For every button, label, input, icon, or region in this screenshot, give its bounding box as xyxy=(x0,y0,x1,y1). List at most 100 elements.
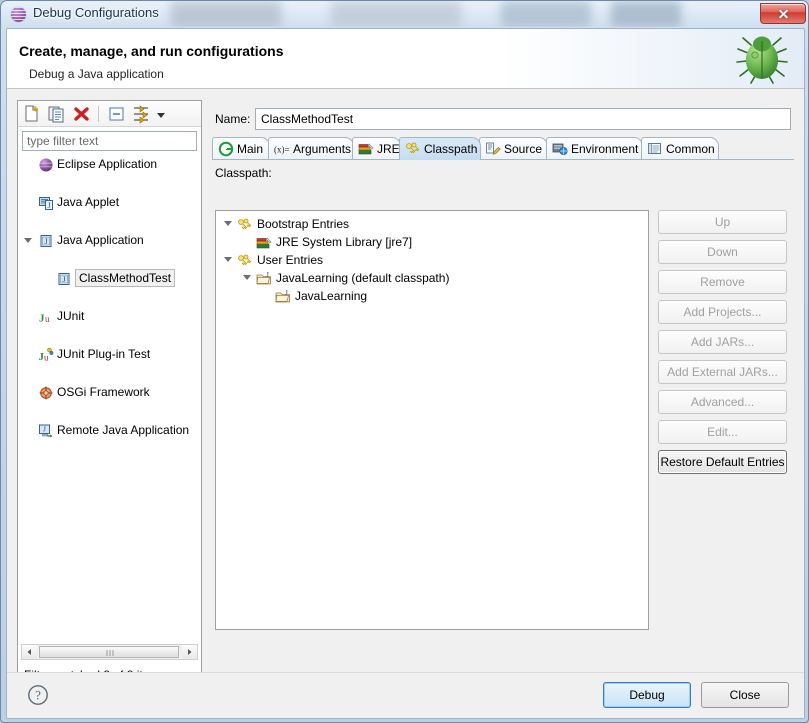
tab-label: Common xyxy=(666,142,715,156)
tree-twisty-icon[interactable] xyxy=(243,275,251,280)
tab-label: Arguments xyxy=(293,142,352,156)
tab-label: Main xyxy=(237,142,264,156)
classpath-label: Classpath: xyxy=(215,166,272,180)
tab-label: Source xyxy=(504,142,543,156)
window-title: Debug Configurations xyxy=(33,5,159,20)
debug-button[interactable]: Debug xyxy=(603,682,691,708)
classpath-entry-label: JRE System Library [jre7] xyxy=(276,235,413,249)
sidebar-item-label: JUnit xyxy=(57,309,85,323)
horizontal-scrollbar[interactable] xyxy=(21,644,198,660)
common-list-icon xyxy=(647,141,663,157)
sidebar-item-label: Eclipse Application xyxy=(57,157,158,171)
tab-classpath[interactable]: Classpath xyxy=(399,137,481,160)
tab-label: Classpath xyxy=(424,142,478,156)
classpath-tree-row[interactable]: J JavaLearning xyxy=(216,287,648,305)
junit-icon: J u xyxy=(38,309,54,325)
delete-configuration-button[interactable] xyxy=(71,104,93,124)
add-projects-button: Add Projects... xyxy=(658,300,787,324)
sidebar-item-java-applet[interactable]: J Java Applet xyxy=(20,193,199,212)
configurations-panel: Eclipse Application J Java Applet J Java A… xyxy=(17,100,202,687)
sidebar-item-junit[interactable]: J u JUnit xyxy=(20,307,199,326)
tab-main[interactable]: Main xyxy=(212,137,270,160)
tab-source[interactable]: Source xyxy=(479,137,548,160)
question-mark-icon[interactable]: ? xyxy=(27,684,49,706)
tab-common[interactable]: Common xyxy=(641,137,719,160)
sidebar-item-osgi-framework[interactable]: OSGi Framework xyxy=(20,383,199,402)
purple-sphere-icon xyxy=(38,157,54,173)
advanced-button: Advanced... xyxy=(658,390,787,414)
svg-text:J: J xyxy=(47,201,50,210)
junit-plugin-icon: J u xyxy=(38,347,54,363)
tab-environment[interactable]: Environment xyxy=(546,137,643,160)
down-button: Down xyxy=(658,240,787,264)
restore-default-entries-button[interactable]: Restore Default Entries xyxy=(658,450,787,474)
search-input[interactable] xyxy=(22,131,197,151)
svg-text:?: ? xyxy=(35,688,41,703)
tree-twisty-icon[interactable] xyxy=(224,257,232,262)
sidebar-item-eclipse-application[interactable]: Eclipse Application xyxy=(20,155,199,174)
scrollbar-thumb[interactable] xyxy=(39,646,179,658)
configurations-toolbar xyxy=(18,101,201,127)
classpath-tree[interactable]: Bootstrap Entries JRE System Library [jr… xyxy=(215,210,649,630)
svg-text:J: J xyxy=(62,275,65,284)
page-subtitle: Debug a Java application xyxy=(29,67,164,81)
scroll-left-arrow[interactable] xyxy=(22,645,37,659)
java-app-icon: J xyxy=(38,233,54,249)
close-icon[interactable] xyxy=(760,3,806,24)
chevron-down-icon[interactable] xyxy=(154,104,168,124)
sidebar-item-java-application[interactable]: J Java Application xyxy=(20,231,199,250)
classpath-tree-row[interactable]: JRE System Library [jre7] xyxy=(216,233,648,251)
tree-twisty-icon[interactable] xyxy=(224,221,232,226)
svg-text:J: J xyxy=(285,289,288,297)
source-pencil-icon xyxy=(485,141,501,157)
svg-text:(x)=: (x)= xyxy=(274,145,290,155)
sidebar-item-classmethodtest[interactable]: J ClassMethodTest xyxy=(20,269,199,288)
page-title: Create, manage, and run configurations xyxy=(19,43,284,59)
scroll-right-arrow[interactable] xyxy=(182,645,197,659)
sidebar-item-label: Remote Java Application xyxy=(57,423,190,437)
tab-arguments[interactable]: (x)= Arguments xyxy=(268,137,354,160)
sidebar-item-label: Java Application xyxy=(57,233,144,247)
desktop-blur xyxy=(501,1,591,27)
eclipse-sphere-icon xyxy=(11,7,26,22)
sidebar-item-label: JUnit Plug-in Test xyxy=(57,347,151,361)
collapse-all-button[interactable] xyxy=(106,104,128,124)
svg-text:u: u xyxy=(45,314,50,324)
name-field[interactable] xyxy=(255,108,791,130)
arguments-xeq-icon: (x)= xyxy=(274,141,290,157)
tab-jre[interactable]: JRE xyxy=(352,137,401,160)
svg-text:J: J xyxy=(43,426,46,434)
remove-button: Remove xyxy=(658,270,787,294)
environment-icon xyxy=(552,141,568,157)
main-green-circle-icon xyxy=(218,141,234,157)
duplicate-configuration-button[interactable] xyxy=(46,104,68,124)
tree-twisty-icon[interactable] xyxy=(24,238,32,243)
remote-java-icon: J xyxy=(38,423,54,439)
sidebar-item-label: OSGi Framework xyxy=(57,385,150,399)
new-configuration-button[interactable] xyxy=(21,104,43,124)
classpath-tree-row[interactable]: Bootstrap Entries xyxy=(216,215,648,233)
tab-label: Environment xyxy=(571,142,639,156)
classpath-tree-row[interactable]: User Entries xyxy=(216,251,648,269)
green-bug-icon xyxy=(736,36,788,84)
filter-arrows-icon[interactable] xyxy=(131,104,153,124)
sidebar-item-remote-java-application[interactable]: J Remote Java Application xyxy=(20,421,199,440)
jre-books-icon xyxy=(256,235,272,251)
folder-java-icon: J xyxy=(256,271,272,287)
add-jars-button: Add JARs... xyxy=(658,330,787,354)
classpath-keys-icon xyxy=(237,217,253,233)
up-button: Up xyxy=(658,210,787,234)
close-button[interactable]: Close xyxy=(701,682,789,708)
desktop-blur xyxy=(171,1,281,27)
configuration-editor: Name: Main (x)=Arguments JRE Classpath So… xyxy=(210,100,796,687)
desktop-blur xyxy=(331,1,461,27)
toolbar-divider xyxy=(98,106,99,122)
debug-configurations-window: Debug Configurations Create, manage, and… xyxy=(0,0,809,723)
sidebar-item-junit-plug-in-test[interactable]: J u JUnit Plug-in Test xyxy=(20,345,199,364)
tab-bar: Main (x)= Arguments JRE Classpath Source E… xyxy=(212,137,794,160)
java-app-icon: J xyxy=(56,271,72,287)
svg-text:J: J xyxy=(266,271,269,279)
classpath-tree-row[interactable]: J JavaLearning (default classpath) xyxy=(216,269,648,287)
svg-text:J: J xyxy=(44,237,47,246)
tab-label: JRE xyxy=(377,142,400,156)
